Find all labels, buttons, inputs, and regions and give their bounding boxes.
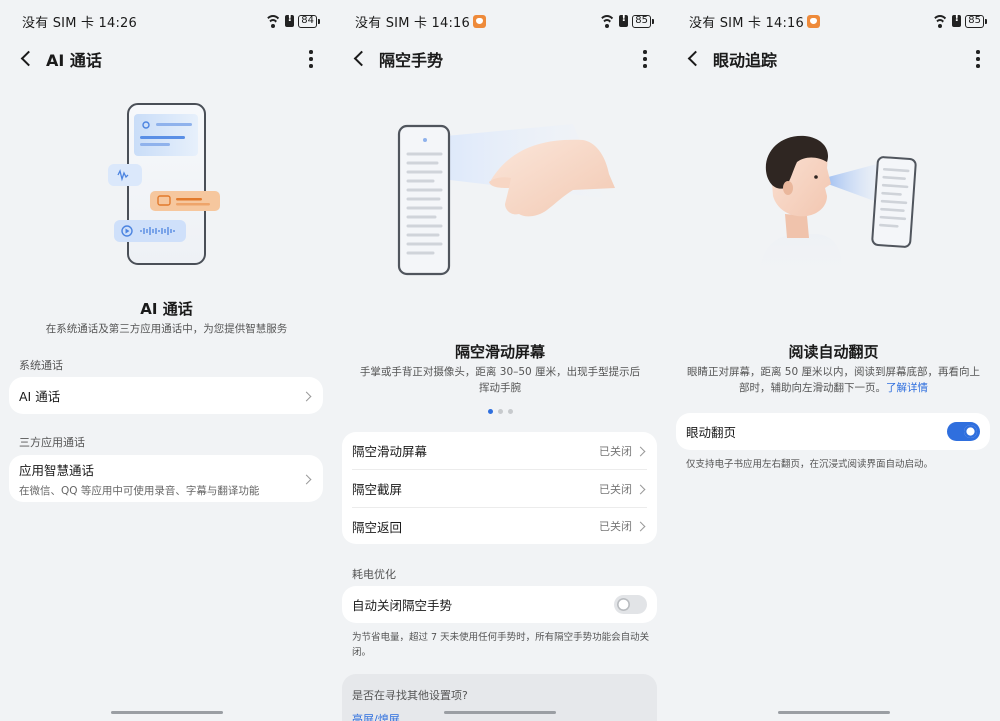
title-bar: 隔空手势 <box>333 44 667 74</box>
back-arrow-icon[interactable] <box>681 44 711 74</box>
ai-call-illustration <box>108 103 220 265</box>
hero-title: AI 通话 <box>140 300 193 318</box>
auto-disable-toggle[interactable] <box>614 595 647 614</box>
gesture-item-screenshot[interactable]: 隔空截屏 已关闭 <box>352 469 647 507</box>
title-bar: AI 通话 <box>0 44 333 74</box>
home-indicator[interactable] <box>110 710 223 714</box>
status-time: 没有 SIM 卡 14:16 <box>689 15 804 31</box>
page-title: 隔空手势 <box>379 51 444 70</box>
ai-call-screen: 没有 SIM 卡 14:26 84 AI 通话 AI 通话 在 <box>0 0 333 721</box>
eye-tracking-screen: 没有 SIM 卡 14:16 85 眼动追踪 阅读自动翻页 <box>667 0 1000 721</box>
status-time: 没有 SIM 卡 14:16 <box>355 15 470 31</box>
back-arrow-icon[interactable] <box>347 44 377 74</box>
hero-title: 隔空滑动屏幕 <box>454 343 545 361</box>
ai-call-item[interactable]: AI 通话 <box>9 377 323 414</box>
chevron-right-icon <box>635 483 647 495</box>
item-subtitle: 在微信、QQ 等应用中可使用录音、字幕与翻译功能 <box>19 484 260 497</box>
section-label-system-call: 系统通话 <box>19 359 63 372</box>
title-bar: 眼动追踪 <box>667 44 1000 74</box>
item-status: 已关闭 <box>599 482 632 496</box>
battery-indicator: 85 <box>965 14 987 28</box>
hero-title: 阅读自动翻页 <box>788 343 879 361</box>
system-call-card: AI 通话 <box>9 377 323 414</box>
status-time: 没有 SIM 卡 14:26 <box>22 15 137 31</box>
battery-indicator: 85 <box>632 14 654 28</box>
section-label-third-party-call: 三方应用通话 <box>19 436 85 449</box>
more-options-icon[interactable] <box>966 47 990 71</box>
hero-description: 手掌或手背正对摄像头，距离 30–50 厘米，出现手型提示后挥动手腕 <box>359 366 641 394</box>
gesture-item-back[interactable]: 隔空返回 已关闭 <box>352 507 647 544</box>
wifi-icon <box>265 15 282 28</box>
carousel-dot-3[interactable] <box>507 409 513 414</box>
home-indicator[interactable] <box>444 710 556 714</box>
status-bar: 没有 SIM 卡 14:16 85 <box>355 10 654 32</box>
item-status: 已关闭 <box>599 444 632 458</box>
wifi-icon <box>932 15 949 28</box>
suggestion-question: 是否在寻找其他设置项? <box>352 689 468 702</box>
item-title: 自动关闭隔空手势 <box>352 598 453 613</box>
more-options-icon[interactable] <box>299 47 323 71</box>
item-title: 应用智慧通话 <box>19 462 95 478</box>
app-notification-icon <box>806 14 820 28</box>
chevron-right-icon <box>635 445 647 457</box>
gesture-settings-card: 隔空滑动屏幕 已关闭 隔空截屏 已关闭 隔空返回 已关闭 <box>342 432 657 544</box>
power-note: 为节省电量，超过 7 天未使用任何手势时，所有隔空手势功能会自动关闭。 <box>352 632 650 658</box>
wifi-icon <box>599 15 616 28</box>
chevron-right-icon <box>301 473 313 485</box>
home-indicator[interactable] <box>777 710 890 714</box>
eye-page-turn-item: 眼动翻页 <box>676 413 990 450</box>
third-party-call-card: 应用智慧通话 在微信、QQ 等应用中可使用录音、字幕与翻译功能 <box>9 455 323 502</box>
item-title: 眼动翻页 <box>686 425 737 440</box>
battery-indicator: 84 <box>298 14 320 28</box>
app-smart-call-item[interactable]: 应用智慧通话 在微信、QQ 等应用中可使用录音、字幕与翻译功能 <box>9 455 323 502</box>
air-gesture-illustration <box>397 124 615 276</box>
status-bar: 没有 SIM 卡 14:26 84 <box>22 10 320 32</box>
carousel-dot-2[interactable] <box>497 409 503 414</box>
item-title: 隔空返回 <box>352 519 403 535</box>
carousel-dot-1[interactable] <box>487 409 493 414</box>
hero-description: 在系统通话及第三方应用通话中，为您提供智慧服务 <box>45 323 288 335</box>
chevron-right-icon <box>635 520 647 532</box>
eye-page-turn-card: 眼动翻页 <box>676 413 990 450</box>
auto-disable-gesture-item: 自动关闭隔空手势 <box>342 586 657 623</box>
status-bar: 没有 SIM 卡 14:16 85 <box>689 10 987 32</box>
hero-description-text: 眼睛正对屏幕，距离 50 厘米以内，阅读到屏幕底部，再看向上部时，辅助向左滑动翻… <box>686 366 981 394</box>
chevron-right-icon <box>301 390 313 402</box>
back-arrow-icon[interactable] <box>14 44 44 74</box>
notification-icon <box>952 13 962 27</box>
learn-more-link[interactable]: 了解详情 <box>886 382 928 394</box>
section-label-power: 耗电优化 <box>352 568 396 581</box>
eye-tracking-illustration <box>759 135 917 280</box>
hero-description: 眼睛正对屏幕，距离 50 厘米以内，阅读到屏幕底部，再看向上部时，辅助向左滑动翻… <box>684 364 983 396</box>
item-status: 已关闭 <box>599 520 632 533</box>
notification-icon <box>619 13 629 27</box>
air-gesture-screen: 没有 SIM 卡 14:16 85 隔空手势 隔空滑动屏幕 手掌或手背正对摄像头… <box>333 0 667 721</box>
notification-icon <box>285 13 295 27</box>
page-title: 眼动追踪 <box>713 51 778 70</box>
carousel-dots[interactable] <box>333 409 667 414</box>
page-title: AI 通话 <box>46 51 102 70</box>
eye-page-turn-toggle[interactable] <box>947 422 980 441</box>
item-title: 隔空截屏 <box>352 482 403 497</box>
item-title: 隔空滑动屏幕 <box>352 444 428 459</box>
app-notification-icon <box>472 14 486 28</box>
more-options-icon[interactable] <box>633 47 657 71</box>
gesture-item-swipe[interactable]: 隔空滑动屏幕 已关闭 <box>342 432 657 469</box>
item-title: AI 通话 <box>19 389 61 404</box>
eye-tracking-note: 仅支持电子书应用左右翻页，在沉浸式阅读界面自动启动。 <box>686 459 934 470</box>
power-optimization-card: 自动关闭隔空手势 <box>342 586 657 623</box>
